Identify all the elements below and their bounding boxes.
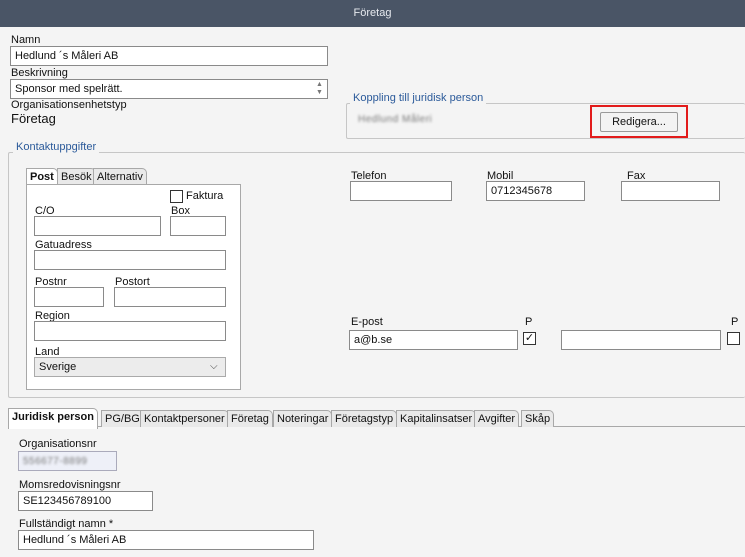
description-label: Beskrivning [11,67,68,79]
tab-alternativ[interactable]: Alternativ [93,168,147,185]
faktura-checkbox[interactable] [170,190,183,203]
email2-p-checkbox[interactable] [727,332,740,345]
email-input[interactable]: a@b.se [349,330,518,350]
tab-post[interactable]: Post [26,168,58,185]
email2-p-label: P [731,316,739,328]
name-label: Namn [11,34,41,46]
orgnr-label: Organisationsnr [19,438,97,450]
region-input[interactable] [34,321,226,341]
country-value: Sverige [39,361,77,373]
scroll-down-icon[interactable]: ▼ [316,89,323,97]
tab-foretagstyp[interactable]: Företagstyp [331,410,398,427]
country-select[interactable]: Sverige [34,357,226,377]
email-label: E-post [351,316,383,328]
co-input[interactable] [34,216,161,236]
tab-kapitalinsatser[interactable]: Kapitalinsatser [396,410,477,427]
name-input[interactable]: Hedlund ´s Måleri AB [10,46,328,66]
contact-info-group-title: Kontaktuppgifter [13,141,100,153]
phone-input[interactable] [350,181,452,201]
email-p-checkbox[interactable]: ✓ [523,332,536,345]
legal-person-name: Hedlund Måleri [358,114,433,125]
orgnr-value: 556677-8899 [23,456,88,467]
tab-pg-bg[interactable]: PG/BG [101,410,144,427]
vat-label: Momsredovisningsnr [19,479,121,491]
fullname-input[interactable]: Hedlund ´s Måleri AB [18,530,314,550]
email2-input[interactable] [561,330,721,350]
mobile-input[interactable]: 0712345678 [486,181,585,201]
edit-legal-person-button[interactable]: Redigera... [600,112,678,132]
fullname-label: Fullständigt namn * [19,518,114,530]
street-input[interactable] [34,250,226,270]
vat-input[interactable]: SE123456789100 [18,491,153,511]
orgnr-input[interactable]: 556677-8899 [18,451,117,471]
org-type-value: Företag [11,111,56,126]
window-title-bar: Företag [0,0,745,27]
window-title: Företag [353,7,392,19]
tab-noteringar[interactable]: Noteringar [273,410,333,427]
tab-kontaktpersoner[interactable]: Kontaktpersoner [140,410,229,427]
tab-juridisk-person[interactable]: Juridisk person [8,408,98,429]
tab-skap[interactable]: Skåp [521,410,555,427]
description-textarea[interactable]: Sponsor med spelrätt. [10,79,328,99]
legal-person-group-title: Koppling till juridisk person [350,92,487,104]
tab-avgifter[interactable]: Avgifter [474,410,520,427]
postnr-input[interactable] [34,287,104,307]
scroll-up-icon[interactable]: ▲ [316,81,323,89]
chevron-down-icon[interactable]: ⌵ [210,361,218,372]
postort-input[interactable] [114,287,226,307]
tab-besok[interactable]: Besök [57,168,96,185]
email-p-label: P [525,316,533,328]
box-input[interactable] [170,216,226,236]
fax-input[interactable] [621,181,720,201]
faktura-label: Faktura [186,190,224,202]
tab-foretag[interactable]: Företag [227,410,273,427]
description-text: Sponsor med spelrätt. [15,83,123,95]
org-type-label: Organisationsenhetstyp [11,99,127,111]
